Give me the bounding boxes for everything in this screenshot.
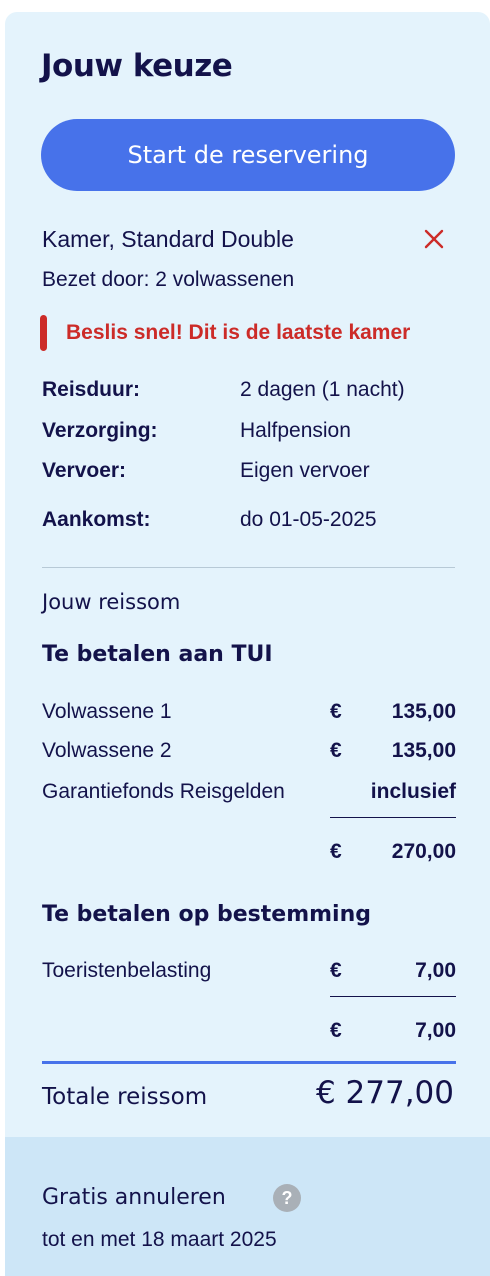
detail-value: Eigen vervoer	[240, 459, 370, 482]
price-currency: €	[330, 840, 342, 863]
price-label: Garantiefonds Reisgelden	[42, 780, 285, 803]
cancellation-date: tot en met 18 maart 2025	[42, 1228, 277, 1251]
detail-label: Aankomst:	[42, 508, 151, 531]
remove-room-button[interactable]	[417, 222, 451, 256]
subtotal-row: € 7,00	[42, 1019, 456, 1047]
detail-label: Verzorging:	[42, 419, 158, 442]
detail-row-board: Verzorging: Halfpension	[42, 419, 462, 447]
detail-row-transport: Vervoer: Eigen vervoer	[42, 459, 462, 487]
price-amount: 7,00	[415, 959, 456, 982]
help-icon[interactable]: ?	[273, 1184, 301, 1212]
detail-label: Reisduur:	[42, 378, 141, 401]
alert-text: Beslis snel! Dit is de laatste kamer	[66, 321, 411, 344]
price-amount: 135,00	[391, 739, 456, 762]
price-currency: €	[330, 739, 342, 762]
detail-row-duration: Reisduur: 2 dagen (1 nacht)	[42, 378, 462, 406]
detail-value: 2 dagen (1 nacht)	[240, 378, 405, 401]
start-reservation-button[interactable]: Start de reservering	[41, 119, 455, 191]
total-label: Totale reissom	[42, 1084, 208, 1110]
section-divider	[42, 567, 455, 568]
price-row: Volwassene 1 € 135,00	[42, 700, 456, 728]
price-currency: €	[330, 959, 342, 982]
total-amount: € 277,00	[315, 1075, 454, 1111]
destination-section-title: Te betalen op bestemming	[42, 902, 372, 927]
tui-section-title: Te betalen aan TUI	[42, 642, 273, 667]
alert-indicator-bar	[40, 315, 47, 351]
subtotal-line	[330, 996, 456, 997]
price-label: Toeristenbelasting	[42, 959, 212, 982]
price-row: Garantiefonds Reisgelden inclusief	[42, 780, 456, 808]
total-divider	[42, 1061, 456, 1064]
subtotal-line	[330, 817, 456, 818]
free-cancellation-box: Gratis annuleren ? tot en met 18 maart 2…	[5, 1137, 490, 1276]
price-amount: 7,00	[415, 1019, 456, 1042]
price-amount: inclusief	[370, 780, 456, 803]
detail-value: do 01-05-2025	[240, 508, 377, 531]
price-row: Toeristenbelasting € 7,00	[42, 959, 456, 987]
cancellation-title: Gratis annuleren	[42, 1185, 226, 1210]
detail-value: Halfpension	[240, 419, 351, 442]
last-room-alert: Beslis snel! Dit is de laatste kamer	[40, 315, 410, 351]
room-name: Kamer, Standard Double	[42, 226, 294, 252]
room-occupancy: Bezet door: 2 volwassenen	[42, 268, 295, 291]
subtotal-row: € 270,00	[42, 840, 456, 868]
price-currency: €	[330, 700, 342, 723]
price-currency: €	[330, 1019, 342, 1042]
booking-summary-panel: Jouw keuze Start de reservering Kamer, S…	[5, 12, 490, 1276]
price-row: Volwassene 2 € 135,00	[42, 739, 456, 767]
price-label: Volwassene 2	[42, 739, 172, 762]
close-icon	[424, 229, 444, 249]
detail-label: Vervoer:	[42, 459, 127, 482]
price-label: Volwassene 1	[42, 700, 172, 723]
price-amount: 135,00	[391, 700, 456, 723]
price-heading: Jouw reissom	[42, 590, 181, 614]
detail-row-arrival: Aankomst: do 01-05-2025	[42, 508, 462, 536]
price-amount: 270,00	[391, 840, 456, 863]
panel-title: Jouw keuze	[41, 48, 233, 84]
